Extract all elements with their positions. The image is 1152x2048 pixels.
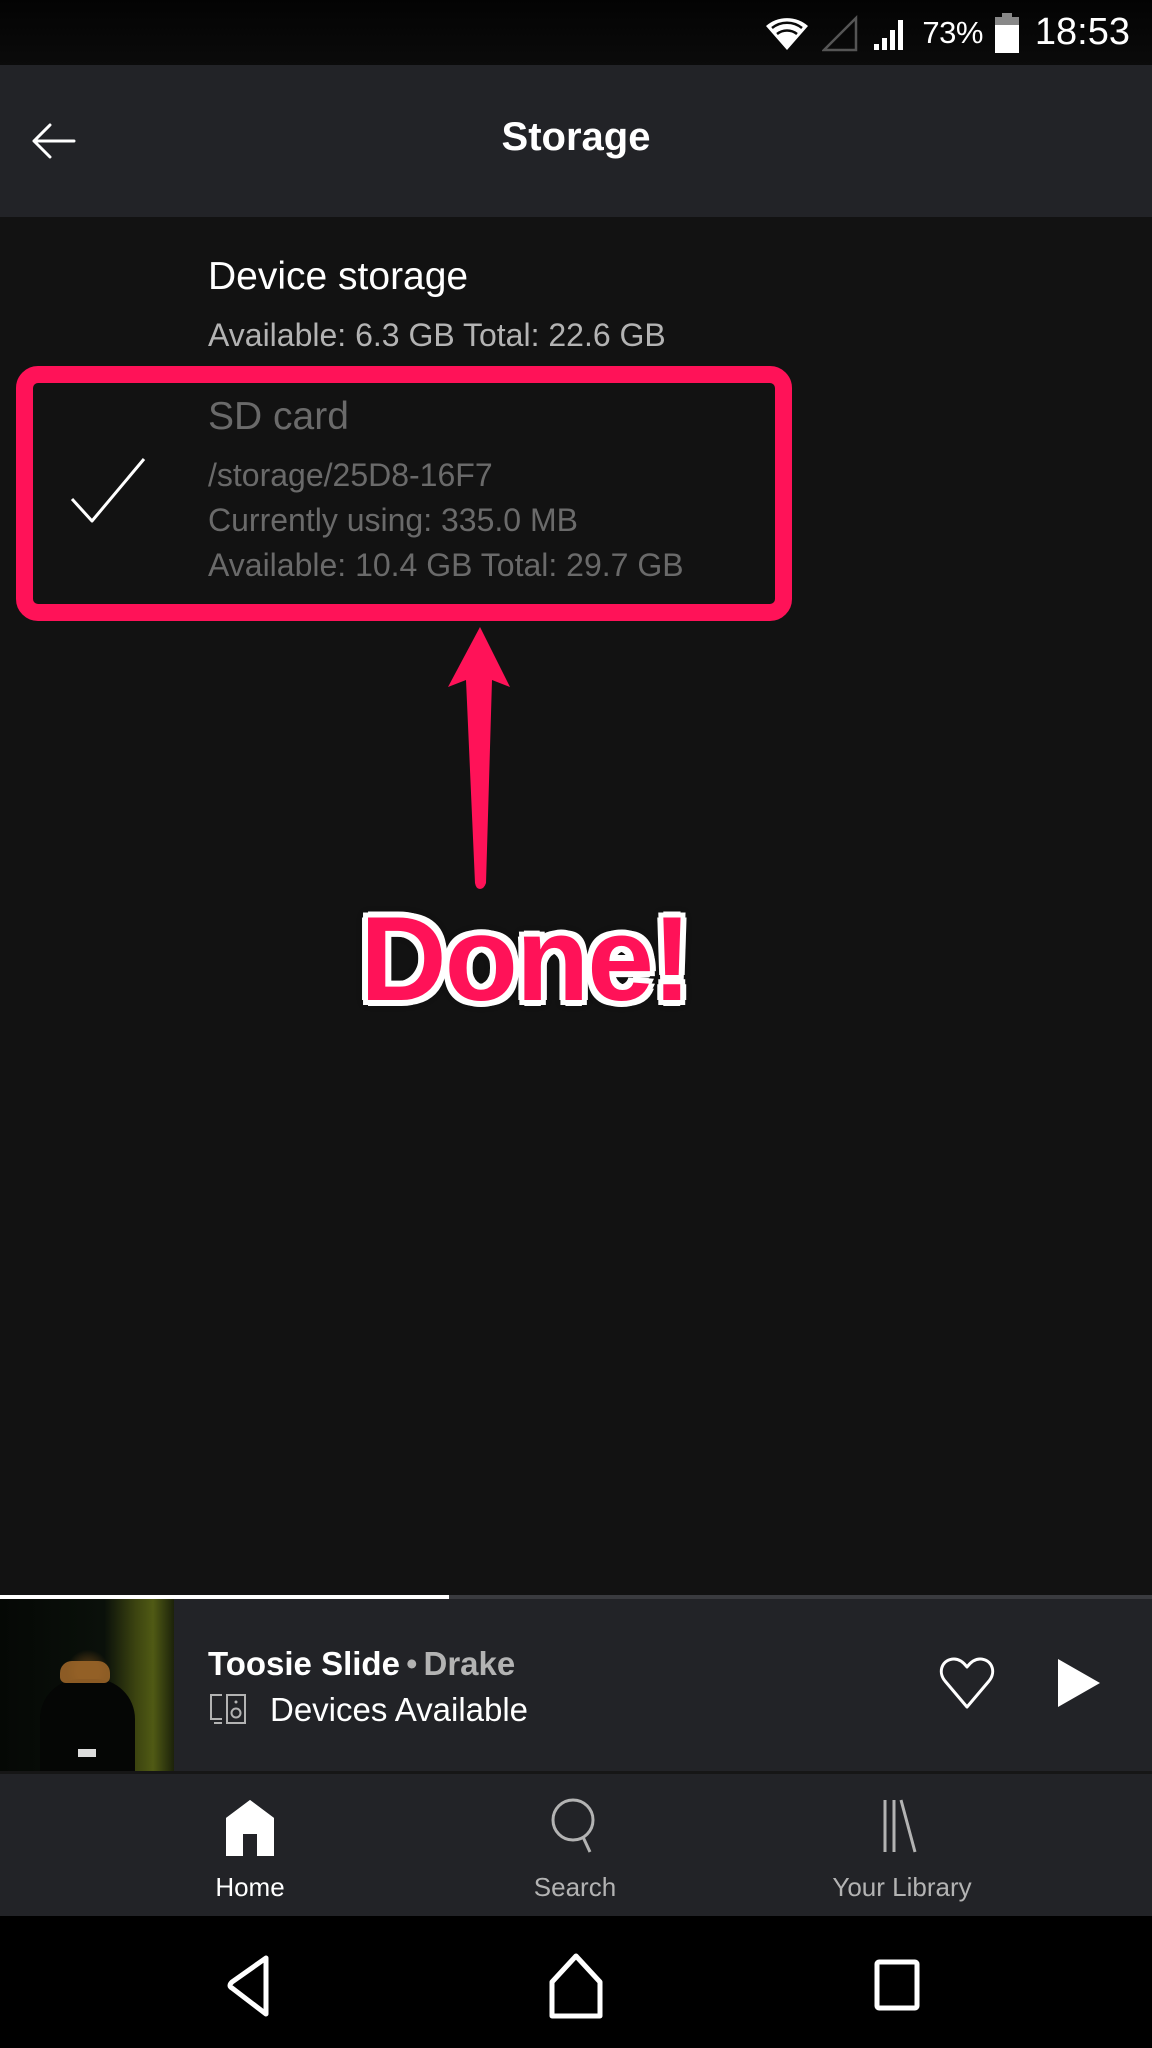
checkmark-icon: [70, 458, 146, 523]
annotation-arrow-icon: [448, 627, 510, 889]
like-button[interactable]: [935, 1651, 999, 1715]
storage-option-sd-card[interactable]: SD card /storage/25D8-16F7 Currently usi…: [0, 395, 1152, 595]
option-usage: Currently using: 335.0 MB: [208, 502, 578, 538]
battery-icon: [994, 12, 1019, 53]
option-detail: Available: 10.4 GB Total: 29.7 GB: [208, 547, 684, 583]
battery-percent: 73%: [922, 14, 983, 50]
play-button[interactable]: [1050, 1653, 1110, 1713]
status-bar: 73% 18:53: [0, 0, 1152, 65]
heart-icon: [939, 1657, 995, 1709]
house-outline-icon: [549, 1953, 603, 2019]
page-title: Storage: [501, 115, 651, 159]
system-home-button[interactable]: [536, 1946, 616, 2026]
nav-search[interactable]: Search: [475, 1774, 675, 1916]
mini-player[interactable]: Toosie Slide • Drake Devices Available: [0, 1599, 1152, 1771]
devices-icon: [210, 1694, 246, 1724]
search-icon: [551, 1798, 595, 1853]
storage-option-device[interactable]: Device storage Available: 6.3 GB Total: …: [0, 255, 1152, 355]
track-artist: Drake: [423, 1645, 516, 1682]
cell-signal-icon: [874, 19, 904, 50]
clock: 18:53: [1034, 11, 1130, 53]
separator: •: [405, 1645, 418, 1682]
album-art: [0, 1599, 174, 1771]
system-back-button[interactable]: [208, 1946, 288, 2026]
home-icon: [226, 1800, 274, 1856]
library-icon: [883, 1799, 917, 1853]
system-recents-button[interactable]: [857, 1946, 937, 2026]
now-playing-info: Toosie Slide • Drake: [208, 1645, 515, 1683]
no-sim-icon: [822, 14, 858, 51]
system-navigation-bar: [0, 1916, 1152, 2048]
devices-available-button[interactable]: Devices Available: [208, 1691, 528, 1729]
option-title: Device storage: [208, 255, 469, 298]
play-icon: [1058, 1659, 1100, 1707]
annotation-label: Done!: [360, 892, 692, 1026]
track-title: Toosie Slide: [208, 1645, 400, 1682]
option-title: SD card: [208, 395, 349, 438]
bottom-navigation: Home Search Your Library: [0, 1771, 1152, 1916]
triangle-back-icon: [227, 1955, 269, 2017]
nav-home[interactable]: Home: [150, 1774, 350, 1916]
wifi-icon: [766, 17, 809, 50]
nav-label: Search: [533, 1872, 617, 1902]
nav-label: Home: [215, 1872, 285, 1902]
devices-label: Devices Available: [270, 1691, 529, 1728]
option-path: /storage/25D8-16F7: [208, 457, 493, 493]
nav-your-library[interactable]: Your Library: [802, 1774, 1002, 1916]
nav-label: Your Library: [832, 1872, 972, 1902]
option-detail: Available: 6.3 GB Total: 22.6 GB: [208, 317, 666, 353]
app-header: Storage: [0, 65, 1152, 217]
square-recents-icon: [874, 1959, 920, 2011]
